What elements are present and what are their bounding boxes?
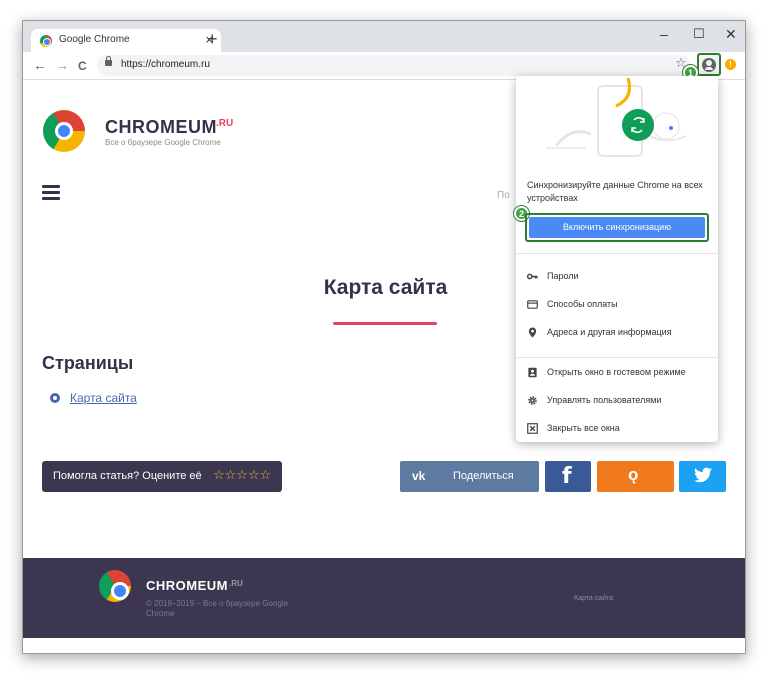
location-pin-icon: [528, 327, 537, 338]
footer-copyright-1: © 2018–2019 – Все о браузере Google: [146, 599, 289, 608]
close-window-icon: [527, 423, 538, 434]
section-title: Страницы: [42, 353, 134, 373]
sync-description: Синхронизируйте данные Chrome на всех ус…: [527, 180, 703, 203]
lock-icon: [105, 56, 112, 66]
site-footer: CHROMEUM .RU © 2018–2019 – Все о браузер…: [23, 558, 745, 638]
site-tagline: Все о браузере Google Chrome: [105, 138, 221, 147]
account-circle-icon: [702, 58, 716, 72]
tab-title: Google Chrome: [59, 34, 130, 45]
address-bar[interactable]: https://chromeum.ru: [97, 55, 691, 76]
footer-sitemap-link[interactable]: Карта сайта: [574, 595, 613, 602]
rating-text: Помогла статья? Оцените её: [53, 470, 202, 482]
vk-icon: vk: [412, 469, 426, 483]
key-icon: [527, 273, 538, 280]
hamburger-menu-icon[interactable]: [42, 185, 60, 201]
menu-item-label: Управлять пользователями: [547, 395, 662, 405]
footer-logo-name[interactable]: CHROMEUM: [146, 578, 228, 593]
menu-divider: [516, 357, 718, 358]
odnoklassniki-icon: ǫ: [628, 465, 639, 484]
footer-logo-ru: .RU: [229, 579, 243, 588]
close-window-button[interactable]: ✕: [725, 27, 737, 41]
sync-illustration: [546, 77, 687, 157]
gear-icon: [528, 396, 537, 405]
chromeum-logo-icon[interactable]: [43, 110, 85, 152]
profile-button[interactable]: [697, 53, 721, 76]
menu-item-label: Пароли: [547, 271, 579, 281]
menu-item-label: Способы оплаты: [547, 299, 618, 309]
profile-menu: Синхронизируйте данные Chrome на всех ус…: [514, 76, 718, 442]
menu-item-addresses[interactable]: Адреса и другая информация: [516, 321, 718, 345]
share-vk-button[interactable]: vk Поделиться: [400, 461, 539, 492]
menu-item-label: Закрыть все окна: [547, 423, 620, 433]
menu-item-label: Открыть окно в гостевом режиме: [547, 367, 686, 377]
rating-box: Помогла статья? Оцените её ☆☆☆☆☆: [42, 461, 282, 492]
enable-sync-button[interactable]: Включить синхронизацию: [529, 217, 705, 238]
chrome-favicon-icon: [40, 35, 52, 47]
twitter-bird-icon: [694, 467, 712, 483]
minimize-button[interactable]: –: [660, 27, 668, 41]
rating-stars[interactable]: ☆☆☆☆☆: [213, 467, 271, 483]
footer-copyright-2: Chrome: [146, 609, 175, 618]
browser-tab[interactable]: Google Chrome ×: [31, 29, 221, 53]
share-label: Поделиться: [453, 470, 514, 482]
forward-button[interactable]: →: [55, 57, 69, 73]
title-bar: Google Chrome × + – ☐ ✕: [23, 21, 745, 53]
reload-button[interactable]: C: [78, 58, 87, 74]
menu-item-passwords[interactable]: Пароли: [516, 265, 718, 289]
share-odnoklassniki-button[interactable]: ǫ: [597, 461, 674, 492]
url-text: https://chromeum.ru: [121, 59, 210, 70]
menu-item-payment[interactable]: Способы оплаты: [516, 293, 718, 317]
new-tab-button[interactable]: +: [207, 30, 218, 48]
menu-divider: [516, 253, 718, 254]
back-button[interactable]: ←: [33, 57, 47, 73]
facebook-icon: f: [562, 464, 572, 489]
menu-item-label: Адреса и другая информация: [547, 327, 672, 337]
menu-item-close-windows[interactable]: Закрыть все окна: [516, 417, 718, 441]
maximize-button[interactable]: ☐: [693, 27, 705, 41]
menu-item-manage-users[interactable]: Управлять пользователями: [516, 389, 718, 413]
footer-logo-icon[interactable]: [99, 570, 131, 602]
menu-item-guest[interactable]: Открыть окно в гостевом режиме: [516, 361, 718, 385]
warning-icon[interactable]: !: [725, 59, 736, 70]
site-logo-name[interactable]: CHROMEUM: [105, 117, 217, 138]
sitemap-link[interactable]: Карта сайта: [70, 391, 137, 405]
guest-badge-icon: [528, 367, 537, 378]
share-twitter-button[interactable]: [679, 461, 726, 492]
list-bullet-icon: [50, 393, 60, 403]
sync-button-highlight: Включить синхронизацию: [525, 213, 709, 242]
credit-card-icon: [527, 300, 538, 309]
browser-window: Google Chrome × + – ☐ ✕ ← → C https://ch…: [22, 20, 746, 654]
nav-partial-text: По: [497, 190, 510, 201]
page-title: Карта сайта: [323, 276, 448, 299]
site-logo-ru: .RU: [216, 118, 234, 129]
title-underline: [333, 322, 437, 325]
share-facebook-button[interactable]: f: [545, 461, 591, 492]
